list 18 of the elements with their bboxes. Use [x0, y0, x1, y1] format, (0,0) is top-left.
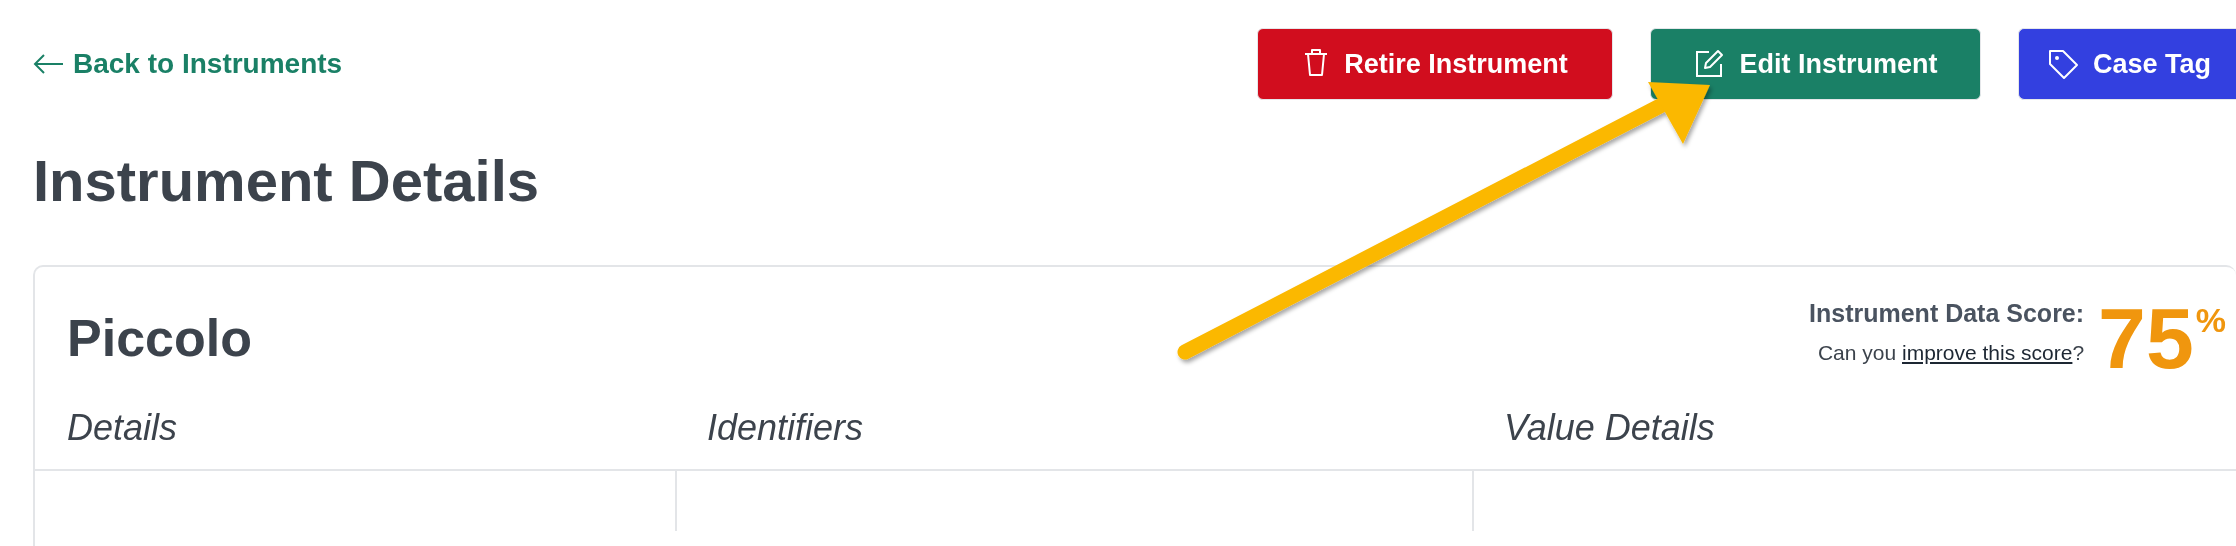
- column-heading: Identifiers: [675, 401, 1472, 471]
- back-link[interactable]: Back to Instruments: [33, 43, 343, 85]
- retire-button[interactable]: Retire Instrument: [1257, 28, 1613, 100]
- column-heading: Value Details: [1472, 401, 2236, 471]
- column-heading: Details: [35, 401, 675, 471]
- improve-score-link[interactable]: improve this score: [1902, 340, 2073, 364]
- page-title: Instrument Details: [33, 152, 540, 210]
- edit-icon: [1693, 48, 1726, 80]
- question-mark: ?: [2072, 340, 2085, 364]
- score-prompt: Can you: [1817, 340, 1898, 364]
- tag-icon: [2047, 48, 2079, 80]
- card-title: Piccolo: [67, 308, 252, 369]
- tag-button[interactable]: Case Tag: [2018, 28, 2236, 100]
- edit-button[interactable]: Edit Instrument: [1650, 28, 1981, 100]
- score-value: 75: [2098, 290, 2194, 386]
- score-unit: %: [2195, 301, 2226, 339]
- back-arrow-icon: [33, 53, 65, 75]
- score-label: Instrument Data Score:: [1809, 298, 2085, 329]
